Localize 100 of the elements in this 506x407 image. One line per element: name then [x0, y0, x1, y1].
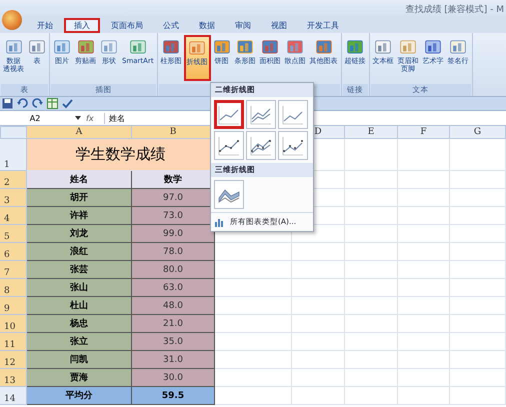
save-icon[interactable]: [2, 98, 13, 109]
bar-chart-icon: [76, 38, 94, 55]
ribbon-tab[interactable]: 视图: [262, 18, 296, 33]
table-cell: 姓名: [27, 171, 132, 189]
empty-cell: [345, 171, 398, 189]
empty-cell: [450, 279, 506, 297]
row-header[interactable]: 13: [0, 369, 27, 387]
empty-cell: [398, 279, 450, 297]
line-chart-icon: [249, 104, 273, 126]
bar-chart-icon: [4, 38, 22, 55]
table-cell: 张山: [27, 279, 132, 297]
bar-chart-icon: [261, 38, 280, 55]
empty-cell: [292, 243, 345, 261]
row-header[interactable]: 6: [0, 243, 27, 261]
ribbon-tab[interactable]: 页面布局: [102, 18, 152, 33]
empty-cell: [398, 387, 450, 405]
empty-cell: [450, 261, 506, 279]
undo-icon[interactable]: [17, 98, 28, 109]
empty-cell: [345, 333, 398, 351]
function-label[interactable]: fx: [86, 114, 100, 122]
chart-type-option[interactable]: [278, 100, 308, 129]
bar-chart-icon: [399, 38, 418, 55]
redo-icon[interactable]: [32, 98, 43, 109]
row-header[interactable]: 8: [0, 279, 27, 297]
table-cell: 35.0: [132, 333, 215, 351]
row-header[interactable]: 1: [0, 139, 27, 171]
empty-cell: [398, 171, 450, 189]
column-header[interactable]: G: [450, 126, 506, 139]
row-header[interactable]: 7: [0, 261, 27, 279]
bar-chart-icon: [128, 38, 147, 55]
ribbon-tab[interactable]: 开始: [28, 18, 62, 33]
empty-cell: [450, 351, 506, 369]
column-header[interactable]: F: [398, 126, 450, 139]
chart-type-option[interactable]: [246, 100, 276, 129]
empty-cell: [345, 315, 398, 333]
row-header[interactable]: 2: [0, 171, 27, 189]
empty-cell: [292, 351, 345, 369]
row-header[interactable]: 5: [0, 225, 27, 243]
empty-cell: [292, 297, 345, 315]
empty-cell: [450, 387, 506, 405]
empty-cell: [398, 207, 450, 225]
line-chart-icon: [281, 104, 305, 126]
table-icon[interactable]: [47, 98, 58, 109]
row-header[interactable]: 12: [0, 351, 27, 369]
bar-chart-icon: [53, 38, 71, 55]
table-cell: 99.0: [132, 225, 215, 243]
line-chart-icon: [217, 134, 241, 156]
table-cell: 48.0: [132, 297, 215, 315]
ribbon-tab[interactable]: 审阅: [226, 18, 260, 33]
row-header[interactable]: 14: [0, 387, 27, 405]
table-cell: 平均分: [27, 387, 132, 405]
chart-type-option[interactable]: [214, 180, 244, 209]
dropdown-arrow-icon[interactable]: [74, 114, 82, 122]
table-cell: 63.0: [132, 279, 215, 297]
office-logo-icon[interactable]: [2, 10, 22, 30]
ribbon-tab[interactable]: 数据: [190, 18, 224, 33]
bar-chart-icon: [28, 38, 46, 55]
empty-cell: [450, 297, 506, 315]
empty-cell: [450, 243, 506, 261]
table-cell: 胡开: [27, 189, 132, 207]
bar-chart-icon: [188, 39, 206, 56]
empty-cell: [345, 139, 398, 171]
empty-cell: [450, 315, 506, 333]
table-cell: 59.5: [132, 387, 215, 405]
ribbon-tab[interactable]: 公式: [154, 18, 188, 33]
empty-cell: [345, 279, 398, 297]
row-header[interactable]: 10: [0, 315, 27, 333]
empty-cell: [292, 369, 345, 387]
empty-cell: [292, 387, 345, 405]
chart-type-option[interactable]: [246, 131, 276, 160]
line-chart-icon: [281, 134, 305, 156]
empty-cell: [345, 207, 398, 225]
empty-cell: [398, 261, 450, 279]
chart-type-option[interactable]: [214, 100, 244, 129]
row-header[interactable]: 3: [0, 189, 27, 207]
empty-cell: [398, 315, 450, 333]
chart-type-option[interactable]: [278, 131, 308, 160]
empty-cell: [292, 261, 345, 279]
table-cell: 30.0: [132, 369, 215, 387]
empty-cell: [345, 387, 398, 405]
chart-type-option[interactable]: [214, 131, 244, 160]
bar-chart-icon: [212, 38, 231, 55]
line-chart-icon: [217, 104, 241, 126]
ribbon-tab[interactable]: 开发工具: [298, 18, 348, 33]
bar-chart-icon: [449, 38, 468, 55]
column-header[interactable]: A: [27, 126, 132, 139]
check-icon[interactable]: [62, 98, 73, 109]
row-header[interactable]: 9: [0, 297, 27, 315]
row-header[interactable]: 11: [0, 333, 27, 351]
ribbon-tab[interactable]: 插入: [64, 18, 100, 33]
row-header[interactable]: 4: [0, 207, 27, 225]
table-cell: 80.0: [132, 261, 215, 279]
empty-cell: [450, 189, 506, 207]
name-box[interactable]: A2: [0, 114, 70, 122]
table-cell: 31.0: [132, 351, 215, 369]
empty-cell: [345, 189, 398, 207]
empty-cell: [450, 369, 506, 387]
column-header[interactable]: E: [345, 126, 398, 139]
bar-chart-icon: [100, 38, 118, 55]
empty-cell: [292, 279, 345, 297]
